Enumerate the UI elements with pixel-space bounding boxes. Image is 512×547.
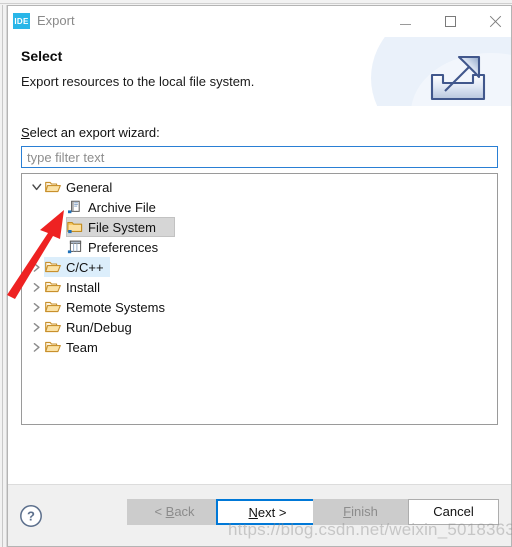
maximize-button[interactable] — [428, 6, 473, 37]
folder-open-icon — [45, 181, 61, 193]
help-button[interactable]: ? — [19, 504, 43, 528]
wizard-select-label-rest: elect an export wizard: — [29, 125, 160, 140]
tree-twisty-spacer — [50, 197, 66, 217]
background-top-line — [0, 3, 512, 4]
tree-item-c-c[interactable]: C/C++ — [22, 257, 497, 277]
cancel-button[interactable]: Cancel — [408, 499, 499, 525]
close-icon — [489, 15, 502, 28]
back-button[interactable]: < Back — [127, 499, 222, 525]
tree-item-install[interactable]: Install — [22, 277, 497, 297]
page-title: Select — [21, 48, 63, 64]
chevron-right-icon[interactable] — [32, 263, 42, 272]
tree-item-label: Run/Debug — [66, 319, 132, 335]
dialog-button-bar: ? < Back Next > Finish Cancel — [8, 484, 511, 546]
export-dialog-screenshot: IDE Export Select Export resources to th… — [0, 0, 512, 547]
tree-item-label: Team — [66, 339, 98, 355]
minimize-icon — [400, 23, 411, 25]
next-button[interactable]: Next > — [216, 499, 319, 525]
folder-open-icon — [45, 281, 61, 293]
folder-open-icon — [44, 317, 62, 337]
tree-twisty-toggle[interactable] — [28, 317, 44, 337]
tree-twisty-toggle[interactable] — [28, 177, 44, 197]
tree-item-remote-systems[interactable]: Remote Systems — [22, 297, 497, 317]
folder-icon — [66, 217, 84, 237]
preferences-icon — [66, 237, 84, 257]
maximize-icon — [445, 16, 456, 27]
chevron-down-icon[interactable] — [32, 183, 42, 192]
tree-item-label: Archive File — [88, 199, 156, 215]
preferences-icon — [67, 240, 82, 254]
tree-item-label: Remote Systems — [66, 299, 165, 315]
archive-file-icon — [66, 197, 84, 217]
finish-button[interactable]: Finish — [313, 499, 408, 525]
tree-item-label: File System — [88, 219, 156, 235]
tree-item-label: C/C++ — [66, 259, 104, 275]
tree-twisty-spacer — [50, 217, 66, 237]
page-description: Export resources to the local file syste… — [21, 74, 255, 89]
folder-open-icon — [44, 257, 62, 277]
tree-node-list: General Archive File File System Preference… — [22, 177, 497, 357]
chevron-right-icon[interactable] — [32, 303, 42, 312]
tree-item-general[interactable]: General — [22, 177, 497, 197]
archive-file-icon — [68, 200, 80, 214]
tree-item-label: Install — [66, 279, 100, 295]
svg-text:?: ? — [27, 509, 35, 524]
export-wizard-icon — [430, 55, 486, 101]
tree-item-preferences[interactable]: Preferences — [22, 237, 497, 257]
close-button[interactable] — [473, 6, 511, 37]
folder-open-icon — [45, 341, 61, 353]
tree-item-label: General — [66, 179, 113, 195]
tree-item-team[interactable]: Team — [22, 337, 497, 357]
tree-item-archive-file[interactable]: Archive File — [22, 197, 497, 217]
minimize-button[interactable] — [383, 6, 428, 37]
window-title: Export — [37, 13, 75, 28]
folder-open-icon — [44, 337, 62, 357]
wizard-select-label-mnemonic: S — [21, 125, 30, 140]
dialog-body: Select an export wizard: General Archive … — [8, 106, 511, 484]
wizard-header: Select Export resources to the local fil… — [8, 37, 511, 106]
tree-item-label: Preferences — [88, 239, 159, 255]
background-edge-line-a — [2, 0, 3, 547]
chevron-right-icon[interactable] — [32, 343, 42, 352]
title-bar[interactable]: IDE Export — [8, 6, 511, 37]
export-dialog-window: IDE Export Select Export resources to th… — [7, 5, 512, 547]
filter-input[interactable] — [21, 146, 498, 168]
tree-item-run-debug[interactable]: Run/Debug — [22, 317, 497, 337]
ide-app-icon: IDE — [13, 13, 30, 29]
folder-open-icon — [45, 261, 61, 273]
folder-icon — [67, 222, 83, 234]
chevron-right-icon[interactable] — [32, 283, 42, 292]
chevron-right-icon[interactable] — [32, 323, 42, 332]
tree-twisty-toggle[interactable] — [28, 337, 44, 357]
export-wizard-tree[interactable]: General Archive File File System Preference… — [21, 173, 498, 425]
tree-twisty-toggle[interactable] — [28, 277, 44, 297]
tree-item-file-system[interactable]: File System — [22, 217, 497, 237]
folder-open-icon — [44, 277, 62, 297]
folder-open-icon — [44, 177, 62, 197]
tree-twisty-spacer — [50, 237, 66, 257]
folder-open-icon — [45, 321, 61, 333]
folder-open-icon — [45, 301, 61, 313]
tree-twisty-toggle[interactable] — [28, 297, 44, 317]
tree-twisty-toggle[interactable] — [28, 257, 44, 277]
wizard-select-label: Select an export wizard: — [21, 125, 160, 140]
folder-open-icon — [44, 297, 62, 317]
